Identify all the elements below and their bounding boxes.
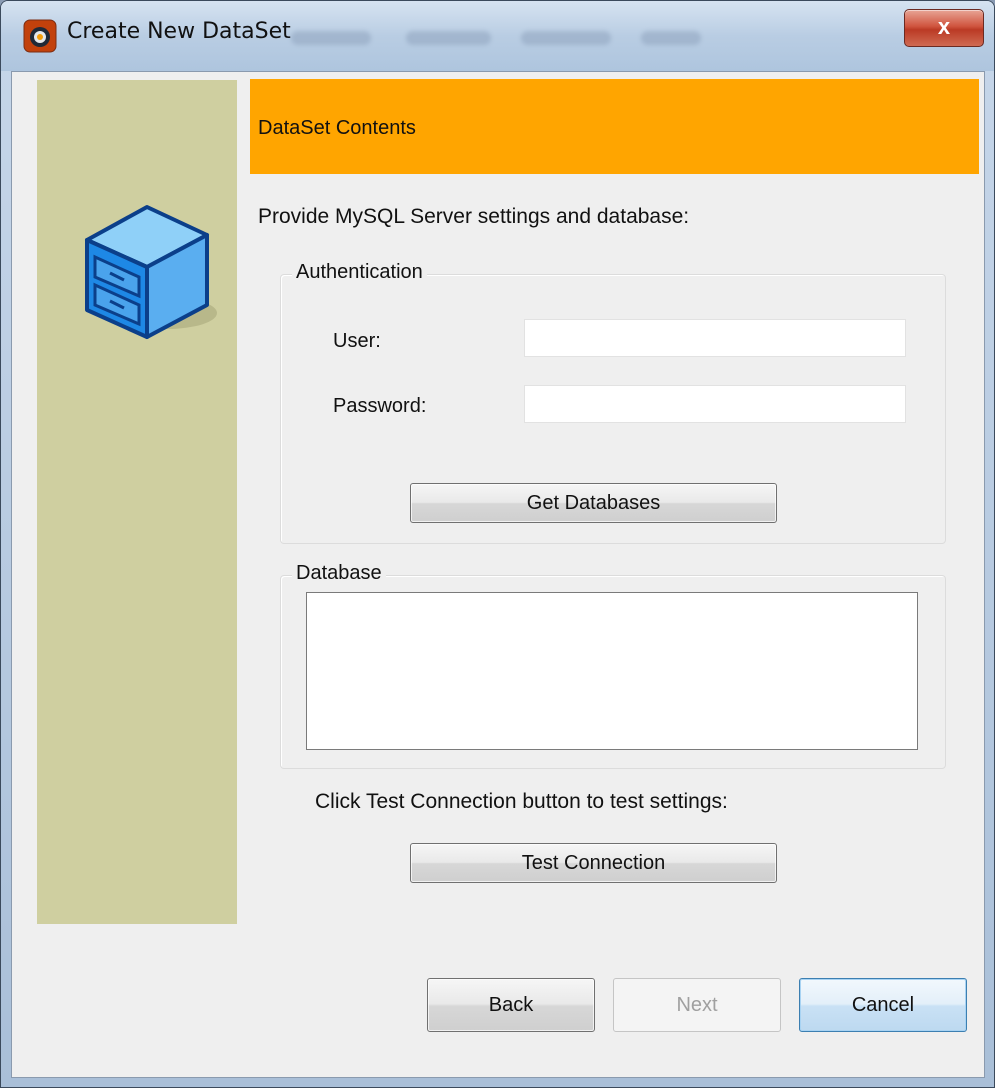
authentication-legend: Authentication [292,261,427,284]
close-button[interactable]: x [904,9,984,47]
background-menu-blur [641,31,701,45]
back-button[interactable]: Back [427,978,595,1032]
app-logo-icon [23,19,57,53]
password-input[interactable] [524,385,906,423]
dialog-body: DataSet Contents Provide MySQL Server se… [11,71,985,1078]
header-banner: DataSet Contents [250,79,979,174]
side-panel [37,80,237,924]
next-button[interactable]: Next [613,978,781,1032]
background-menu-blur [406,31,491,45]
database-legend: Database [292,562,386,585]
title-bar[interactable]: Create New DataSet x [1,1,994,71]
background-menu-blur [291,31,371,45]
window-title: Create New DataSet [67,19,291,44]
user-input[interactable] [524,319,906,357]
test-connection-button[interactable]: Test Connection [410,843,777,883]
header-title: DataSet Contents [258,117,416,139]
database-list[interactable] [306,592,918,750]
background-menu-blur [521,31,611,45]
get-databases-button[interactable]: Get Databases [410,483,777,523]
create-dataset-dialog: Create New DataSet x DataSet Contents Pr… [0,0,995,1088]
file-cabinet-icon [85,205,217,339]
user-label: User: [333,330,381,352]
instructions-text: Provide MySQL Server settings and databa… [258,205,690,228]
close-icon: x [937,14,951,39]
test-connection-hint: Click Test Connection button to test set… [315,790,728,813]
cancel-button[interactable]: Cancel [799,978,967,1032]
password-label: Password: [333,395,427,417]
